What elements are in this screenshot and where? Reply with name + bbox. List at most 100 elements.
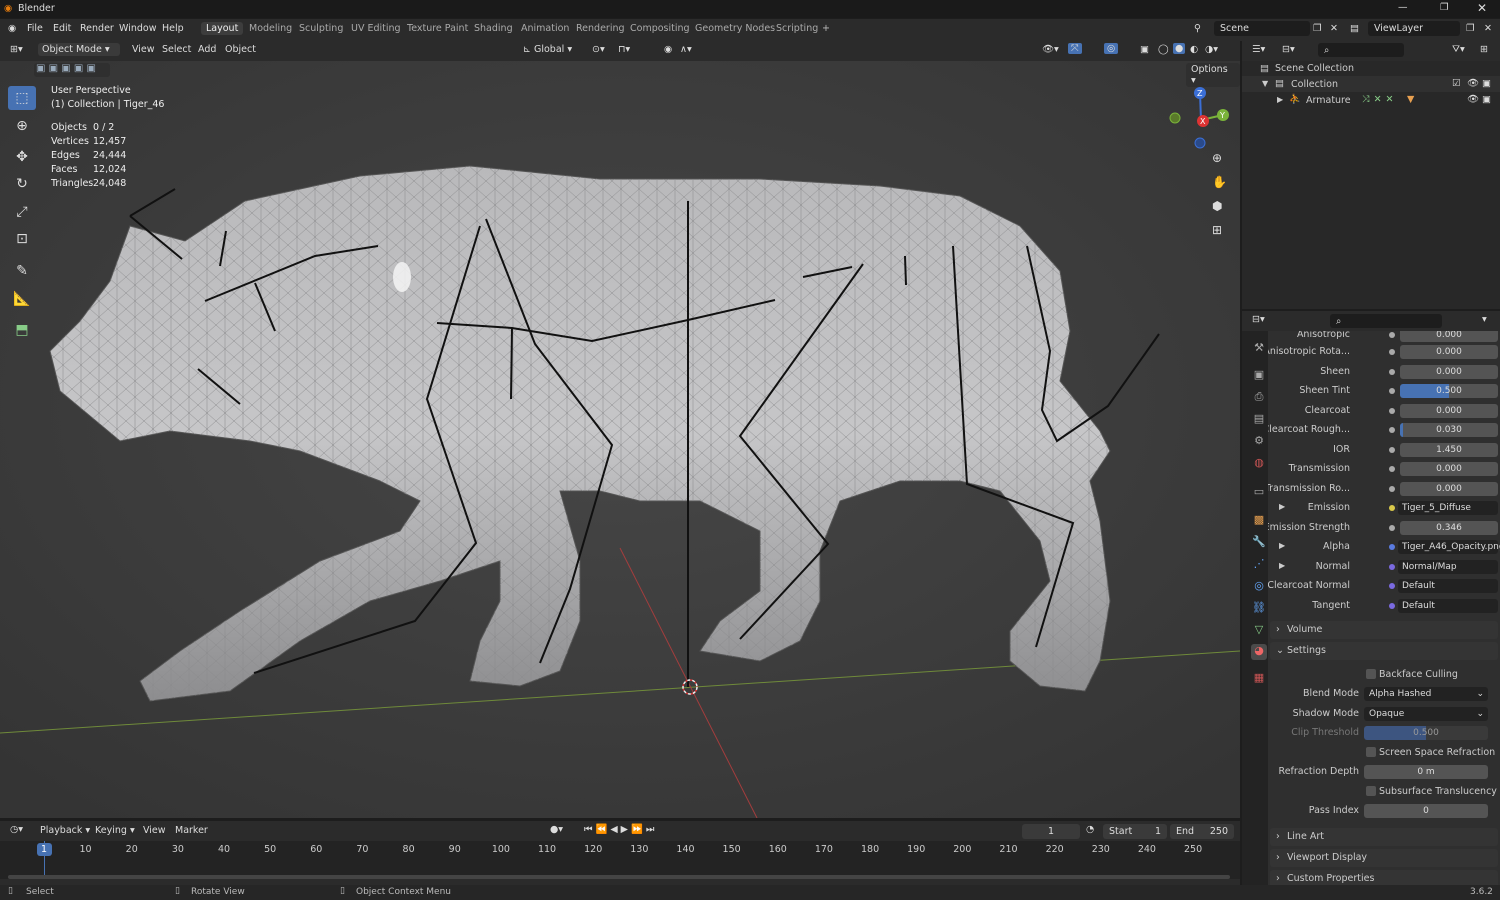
blend-mode-select[interactable]: Alpha Hashed ⌄	[1364, 687, 1488, 701]
scene-tab-icon[interactable]: ⚙	[1251, 434, 1267, 450]
socket-dot[interactable]	[1389, 544, 1395, 550]
armature-modifier-icons[interactable]: ⤨✕✕	[1362, 94, 1398, 105]
tab-layout[interactable]: Layout	[201, 22, 244, 35]
prop-row-emission-strength[interactable]: Emission Strength 0.346	[1268, 520, 1500, 536]
measure-tool-icon[interactable]: 📐	[8, 287, 36, 311]
socket-dot[interactable]	[1389, 388, 1395, 394]
prop-value[interactable]: 0.000	[1400, 404, 1498, 418]
socket-dot[interactable]	[1389, 603, 1395, 609]
prop-value[interactable]: 1.450	[1400, 443, 1498, 457]
outliner-search-input[interactable]: ⌕	[1318, 43, 1404, 57]
prop-row-emission[interactable]: ▶ Emission Tiger_5_Diffuse	[1268, 500, 1500, 516]
menu-view[interactable]: View	[132, 44, 155, 55]
prop-value[interactable]: 0.000	[1400, 331, 1498, 342]
socket-dot[interactable]	[1389, 427, 1395, 433]
prop-row-anisotropic-rotation[interactable]: Anisotropic Rota... 0.000	[1268, 344, 1500, 360]
new-scene-icon[interactable]: ❐	[1313, 23, 1322, 34]
tab-rendering[interactable]: Rendering	[576, 23, 625, 34]
tab-compositing[interactable]: Compositing	[630, 23, 690, 34]
expand-chevron-icon[interactable]: ▶	[1279, 541, 1285, 550]
viewport-display-panel-header[interactable]: › Viewport Display	[1270, 849, 1498, 867]
outliner-editor-type-icon[interactable]: ☰▾	[1252, 44, 1265, 55]
outliner-tree[interactable]: ▤ Scene Collection ▼ ▤ Collection ☑ 👁 ▣ …	[1242, 61, 1500, 309]
modifier-tab-icon[interactable]: 🔧	[1251, 535, 1267, 551]
timeline-scrollbar[interactable]	[8, 875, 1230, 879]
move-tool-icon[interactable]: ✥	[8, 145, 36, 169]
tab-modeling[interactable]: Modeling	[249, 23, 292, 34]
3d-viewport[interactable]: ▣ ▣ ▣ ▣ ▣ ⬚ ⊕ ✥ ↻ ⤢ ⊡ ✎ 📐 ⬒ User Perspec…	[0, 61, 1240, 818]
socket-dot[interactable]	[1389, 466, 1395, 472]
sss-row[interactable]: Subsurface Translucency	[1268, 784, 1500, 800]
minimize-icon[interactable]: —	[1398, 2, 1408, 13]
add-workspace-icon[interactable]: +	[822, 23, 830, 34]
prop-value[interactable]: 0.000	[1400, 462, 1498, 476]
display-mode-icon[interactable]: ⊟▾	[1282, 44, 1295, 55]
tree-row[interactable]: ▤ Scene Collection	[1242, 61, 1500, 76]
shadow-mode-select[interactable]: Opaque ⌄	[1364, 707, 1488, 721]
texture-tab-icon[interactable]: ▦	[1251, 671, 1267, 687]
tab-sculpting[interactable]: Sculpting	[299, 23, 343, 34]
visibility-eye-icon[interactable]: 👁	[1467, 94, 1479, 105]
expand-chevron-icon[interactable]: ▶	[1277, 95, 1283, 104]
maximize-icon[interactable]: ❐	[1440, 2, 1449, 13]
tab-texture-paint[interactable]: Texture Paint	[407, 23, 468, 34]
refraction-depth-row[interactable]: Refraction Depth 0 m	[1268, 764, 1500, 780]
menu-edit[interactable]: Edit	[53, 23, 71, 34]
prop-row-sheen[interactable]: Sheen 0.000	[1268, 364, 1500, 380]
world-tab-icon[interactable]: ◍	[1251, 456, 1267, 472]
visibility-eye-icon[interactable]: 👁	[1467, 78, 1479, 89]
pan-hand-icon[interactable]: ✋	[1212, 175, 1227, 189]
sss-checkbox[interactable]	[1366, 786, 1376, 796]
ortho-grid-icon[interactable]: ⊞	[1212, 223, 1222, 237]
collection-tab-icon[interactable]: ▭	[1251, 485, 1267, 501]
exclude-checkbox[interactable]: ☑	[1452, 78, 1461, 89]
backface-culling-checkbox[interactable]	[1366, 669, 1376, 679]
wireframe-shading-icon[interactable]: ◯	[1158, 44, 1169, 55]
prop-row-clearcoat-roughness[interactable]: Clearcoat Rough... 0.030	[1268, 422, 1500, 438]
blender-menu-icon[interactable]: ◉	[8, 23, 16, 34]
zoom-icon[interactable]: ⊕	[1212, 151, 1222, 165]
menu-window[interactable]: Window	[119, 23, 156, 34]
overlay-toggle-icon[interactable]: ◎	[1104, 43, 1119, 54]
start-frame-field[interactable]: Start 1	[1103, 824, 1167, 839]
scale-tool-icon[interactable]: ⤢	[8, 200, 36, 224]
linked-node-field[interactable]: Normal/Map	[1398, 560, 1498, 574]
settings-panel-header[interactable]: ⌄ Settings	[1270, 642, 1498, 660]
menu-add[interactable]: Add	[198, 44, 216, 55]
editor-type-icon[interactable]: ⊞▾	[10, 44, 23, 55]
socket-dot[interactable]	[1389, 486, 1395, 492]
socket-dot[interactable]	[1389, 408, 1395, 414]
menu-timeline-view[interactable]: View	[143, 825, 166, 836]
playback-controls[interactable]: ⏮⏪◀▶⏩⏭	[584, 824, 657, 835]
menu-object[interactable]: Object	[225, 44, 256, 55]
expand-chevron-icon[interactable]: ▶	[1279, 561, 1285, 570]
add-cube-tool-icon[interactable]: ⬒	[8, 318, 36, 342]
material-shading-icon[interactable]: ◐	[1190, 44, 1198, 55]
properties-options-icon[interactable]: ▾	[1482, 314, 1487, 325]
snap-icon[interactable]: ⊓▾	[618, 44, 630, 55]
prop-row-tangent[interactable]: Tangent Default	[1268, 598, 1500, 614]
prop-row-normal[interactable]: ▶ Normal Normal/Map	[1268, 559, 1500, 575]
prop-value[interactable]: 0.000	[1400, 482, 1498, 496]
prop-row-clearcoat[interactable]: Clearcoat 0.000	[1268, 403, 1500, 419]
tree-row[interactable]: ▼ ▤ Collection ☑ 👁 ▣	[1242, 76, 1500, 92]
annotate-tool-icon[interactable]: ✎	[8, 259, 36, 283]
custom-properties-panel-header[interactable]: › Custom Properties	[1270, 870, 1498, 885]
clock-icon[interactable]: ◔	[1086, 824, 1094, 835]
socket-dot[interactable]	[1389, 505, 1395, 511]
render-tab-icon[interactable]: ▣	[1251, 368, 1267, 384]
physics-tab-icon[interactable]: ◎	[1251, 579, 1267, 595]
camera-view-icon[interactable]: ⬢	[1212, 199, 1222, 213]
socket-dot[interactable]	[1389, 447, 1395, 453]
proportional-icon[interactable]: ◉	[664, 44, 672, 55]
socket-dot[interactable]	[1389, 583, 1395, 589]
end-frame-field[interactable]: End 250	[1170, 824, 1234, 839]
linked-node-field[interactable]: Tiger_A46_Opacity.png	[1398, 540, 1500, 554]
blend-mode-row[interactable]: Blend Mode Alpha Hashed ⌄	[1268, 686, 1500, 702]
expand-chevron-icon[interactable]: ▶	[1279, 502, 1285, 511]
prop-row-clearcoat-normal[interactable]: Clearcoat Normal Default	[1268, 578, 1500, 594]
socket-dot[interactable]	[1389, 349, 1395, 355]
material-icon[interactable]: ▼	[1407, 94, 1414, 105]
pass-index-row[interactable]: Pass Index 0	[1268, 803, 1500, 819]
transform-tool-icon[interactable]: ⊡	[8, 227, 36, 251]
